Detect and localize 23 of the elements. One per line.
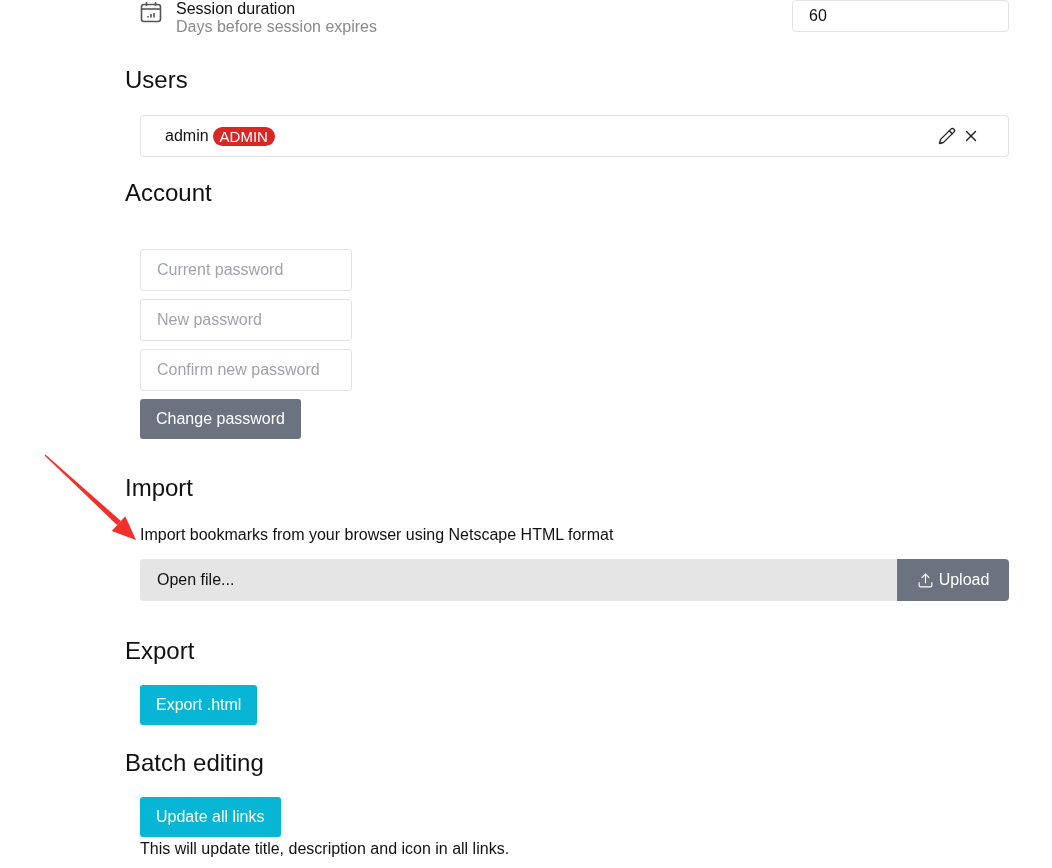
export-button[interactable]: Export .html [140, 685, 258, 725]
password-field[interactable]: Confirm new password [140, 349, 352, 391]
import-description: Import bookmarks from your browser using Netscape HTML format [140, 525, 614, 545]
upload-button[interactable]: Upload [897, 559, 1009, 601]
pencil-icon[interactable] [938, 127, 956, 145]
section-heading: Users [125, 65, 188, 95]
upload-icon [916, 571, 934, 589]
section-heading: Export [125, 636, 195, 666]
setting-title: Session duration [176, 0, 297, 18]
user-name: admin [165, 126, 209, 146]
password-field[interactable]: New password [140, 299, 352, 341]
section-heading: Batch editing [125, 748, 264, 778]
number-input[interactable]: 60 [792, 0, 1009, 32]
calendar-icon [140, 1, 162, 23]
section-heading: Import [125, 473, 193, 503]
password-field[interactable]: Current password [140, 249, 352, 291]
change-password-button[interactable]: Change password [140, 399, 301, 439]
setting-description: Days before session expires [176, 18, 377, 36]
section-heading: Account [125, 178, 212, 208]
update-links-button[interactable]: Update all links [140, 797, 281, 837]
role-badge: ADMIN [212, 126, 275, 146]
batch-note: This will update title, description and icon in all links. [140, 839, 510, 859]
file-field[interactable]: Open file... [140, 559, 897, 601]
